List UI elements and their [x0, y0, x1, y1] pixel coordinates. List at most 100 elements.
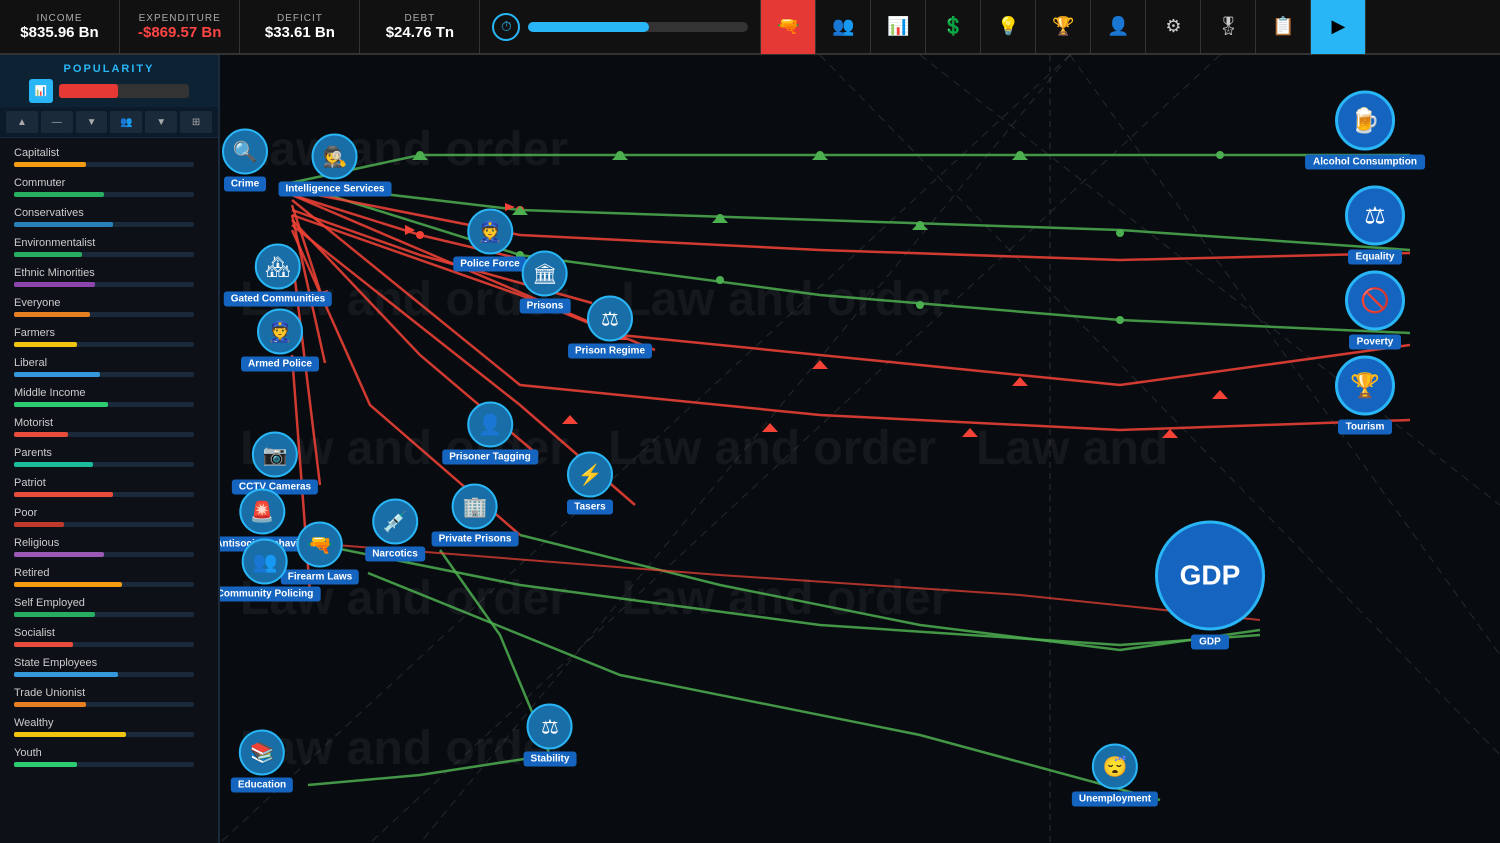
filter-flat-btn[interactable]: — — [41, 111, 73, 133]
policy-label-tasers: Tasers — [567, 500, 613, 515]
policy-private_prisons[interactable]: 🏢 Private Prisons — [432, 484, 519, 547]
voter-list: Capitalist Commuter Conservatives Enviro… — [0, 138, 218, 776]
voter-item[interactable]: Commuter — [0, 172, 218, 202]
policy-intelligence[interactable]: 🕵 Intelligence Services — [279, 134, 392, 197]
debt-block: DEBT $24.76 Tn — [360, 0, 480, 54]
ideas-btn[interactable]: 💡 — [981, 0, 1036, 54]
policy-crime[interactable]: 🔍 Crime — [222, 129, 268, 192]
voter-item[interactable]: Retired — [0, 562, 218, 592]
policy-gated[interactable]: 🏘 Gated Communities — [224, 244, 332, 307]
deficit-value: $33.61 Bn — [265, 24, 335, 41]
voter-item[interactable]: Trade Unionist — [0, 682, 218, 712]
voter-bar-fill — [14, 372, 100, 377]
filter-down-btn[interactable]: ▼ — [76, 111, 108, 133]
cabinet-btn[interactable]: 👤 — [1091, 0, 1146, 54]
voter-item[interactable]: Religious — [0, 532, 218, 562]
voter-item[interactable]: Middle Income — [0, 382, 218, 412]
policy-armed_police[interactable]: 👮 Armed Police — [241, 309, 319, 372]
voter-bar-fill — [14, 342, 77, 347]
policy-prisons[interactable]: 🏛 Prisons — [520, 251, 571, 314]
policy-label-prison_regime: Prison Regime — [568, 344, 652, 359]
voter-item[interactable]: Ethnic Minorities — [0, 262, 218, 292]
voter-item[interactable]: Youth — [0, 742, 218, 772]
log-btn[interactable]: 📋 — [1256, 0, 1311, 54]
voter-name: Retired — [14, 567, 204, 579]
voter-item[interactable]: Socialist — [0, 622, 218, 652]
voter-bar-bg — [14, 192, 194, 197]
voter-name: Commuter — [14, 177, 204, 189]
voter-bar-fill — [14, 642, 73, 647]
voter-item[interactable]: Poor — [0, 502, 218, 532]
voter-name: Wealthy — [14, 717, 204, 729]
outcome-label-poverty: Poverty — [1349, 335, 1402, 350]
policy-icon-private_prisons: 🏢 — [452, 484, 498, 530]
voter-item[interactable]: Environmentalist — [0, 232, 218, 262]
outcome-gdp[interactable]: GDP GDP — [1155, 521, 1265, 650]
voter-name: Middle Income — [14, 387, 204, 399]
filter-small-btn[interactable]: ▼ — [145, 111, 177, 133]
policy-police_force[interactable]: 👮 Police Force — [453, 209, 526, 272]
deficit-block: DEFICIT $33.61 Bn — [240, 0, 360, 54]
budget-btn[interactable]: 💲 — [926, 0, 981, 54]
outcome-poverty[interactable]: 🚫 Poverty — [1345, 271, 1405, 350]
policy-label-unemployment: Unemployment — [1072, 792, 1158, 807]
settings-btn[interactable]: ⚙ — [1146, 0, 1201, 54]
policy-education[interactable]: 📚 Education — [231, 730, 293, 793]
voter-name: State Employees — [14, 657, 204, 669]
policy-cctv[interactable]: 📷 CCTV Cameras — [232, 432, 318, 495]
play-button[interactable]: ▶ — [1311, 0, 1366, 54]
policy-prisoner_tagging[interactable]: 👤 Prisoner Tagging — [442, 402, 538, 465]
voter-item[interactable]: State Employees — [0, 652, 218, 682]
voter-bar-fill — [14, 732, 126, 737]
outcome-alcohol[interactable]: 🍺 Alcohol Consumption — [1305, 91, 1425, 170]
policy-tasers[interactable]: ⚡ Tasers — [567, 452, 613, 515]
voter-item[interactable]: Parents — [0, 442, 218, 472]
voter-item[interactable]: Farmers — [0, 322, 218, 352]
policy-prison_regime[interactable]: ⚖ Prison Regime — [568, 296, 652, 359]
voter-bar-fill — [14, 762, 77, 767]
filter-grid-btn[interactable]: ⊞ — [180, 111, 212, 133]
expenditure-label: EXPENDITURE — [139, 13, 221, 24]
voter-item[interactable]: Motorist — [0, 412, 218, 442]
policy-label-gated: Gated Communities — [224, 292, 332, 307]
policy-label-prisons: Prisons — [520, 299, 571, 314]
voter-item[interactable]: Wealthy — [0, 712, 218, 742]
voter-item[interactable]: Self Employed — [0, 592, 218, 622]
voter-item[interactable]: Liberal — [0, 352, 218, 382]
voter-bar-fill — [14, 612, 95, 617]
popularity-bar-fill — [59, 84, 118, 98]
filter-up-btn[interactable]: ▲ — [6, 111, 38, 133]
voter-item[interactable]: Everyone — [0, 292, 218, 322]
popularity-bar-row: 📊 — [12, 79, 206, 103]
policy-icon-police_force: 👮 — [467, 209, 513, 255]
policy-icon-stability: ⚖ — [527, 704, 573, 750]
voter-bar-bg — [14, 552, 194, 557]
income-label: INCOME — [37, 13, 83, 24]
toolbar-buttons: 🔫 👥 📊 💲 💡 🏆 👤 ⚙ 🎖 📋 ▶ — [761, 0, 1366, 54]
policy-btn[interactable]: 🔫 — [761, 0, 816, 54]
outcome-icon-alcohol: 🍺 — [1335, 91, 1395, 151]
voter-bar-fill — [14, 252, 82, 257]
policy-community_policing[interactable]: 👥 Community Policing — [220, 539, 320, 602]
outcome-tourism[interactable]: 🏆 Tourism — [1335, 356, 1395, 435]
outcome-equality[interactable]: ⚖ Equality — [1345, 186, 1405, 265]
achievements-btn[interactable]: 🏆 — [1036, 0, 1091, 54]
voter-bar-fill — [14, 552, 104, 557]
income-value: $835.96 Bn — [20, 24, 98, 41]
voter-item[interactable]: Capitalist — [0, 142, 218, 172]
voters-btn[interactable]: 👥 — [816, 0, 871, 54]
voter-bar-bg — [14, 432, 194, 437]
voter-item[interactable]: Conservatives — [0, 202, 218, 232]
voter-item[interactable]: Patriot — [0, 472, 218, 502]
voter-bar-bg — [14, 522, 194, 527]
sidebar: POPULARITY 📊 ▲ — ▼ 👥 ▼ ⊞ Capitalist Comm… — [0, 55, 220, 843]
profile-btn[interactable]: 🎖 — [1201, 0, 1256, 54]
voter-name: Farmers — [14, 327, 204, 339]
policy-stability[interactable]: ⚖ Stability — [524, 704, 577, 767]
voter-bar-fill — [14, 522, 64, 527]
popularity-header: POPULARITY 📊 — [0, 55, 218, 107]
charts-btn[interactable]: 📊 — [871, 0, 926, 54]
filter-group-btn[interactable]: 👥 — [110, 111, 142, 133]
policy-narcotics[interactable]: 💉 Narcotics — [365, 499, 425, 562]
policy-unemployment[interactable]: 😴 Unemployment — [1072, 744, 1158, 807]
